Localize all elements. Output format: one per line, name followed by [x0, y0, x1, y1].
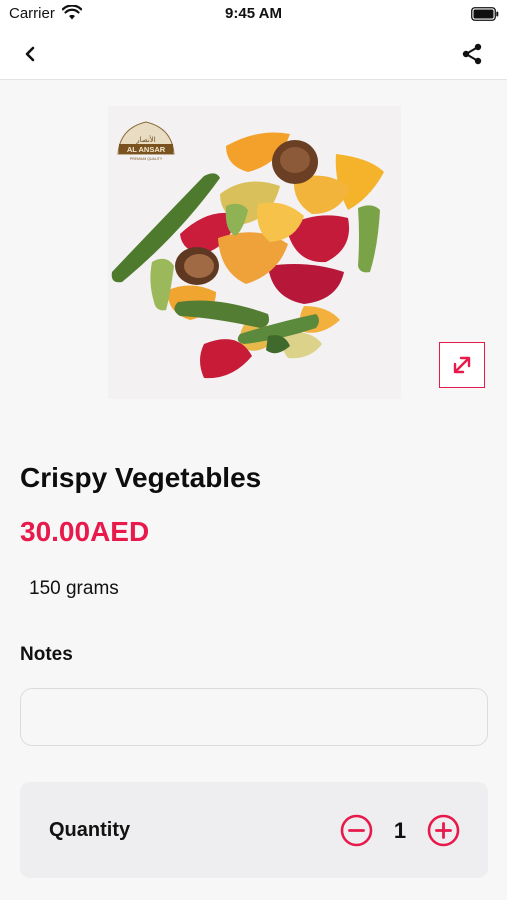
- quantity-value: 1: [393, 818, 407, 843]
- product-price: 30.00AED: [20, 516, 150, 547]
- expand-image-button[interactable]: [439, 342, 485, 388]
- product-image[interactable]: الأنصار AL ANSAR PREMIUM QUALITY: [108, 106, 401, 399]
- back-button[interactable]: [14, 38, 46, 70]
- share-button[interactable]: [456, 38, 488, 70]
- quantity-label: Quantity: [49, 819, 131, 841]
- status-bar: Carrier 9:45 AM: [0, 0, 507, 28]
- logo-name-text: AL ANSAR: [127, 145, 166, 154]
- share-icon: [462, 43, 482, 65]
- expand-icon: [453, 356, 471, 374]
- product-title: Crispy Vegetables: [20, 462, 262, 493]
- quantity-card: Quantity 1: [20, 782, 488, 878]
- chevron-left-icon: [25, 46, 35, 62]
- status-time: 9:45 AM: [225, 5, 282, 22]
- product-photo: الأنصار AL ANSAR PREMIUM QUALITY: [108, 106, 401, 399]
- notes-input[interactable]: [20, 688, 488, 746]
- product-weight: 150 grams: [29, 578, 119, 599]
- logo-tagline-text: PREMIUM QUALITY: [130, 157, 163, 161]
- notes-label: Notes: [20, 644, 73, 665]
- battery-icon: [471, 7, 499, 21]
- plus-circle-icon[interactable]: [427, 814, 460, 847]
- nav-bar: [0, 28, 507, 80]
- logo-arabic-text: الأنصار: [135, 135, 156, 144]
- minus-circle-icon[interactable]: [340, 814, 373, 847]
